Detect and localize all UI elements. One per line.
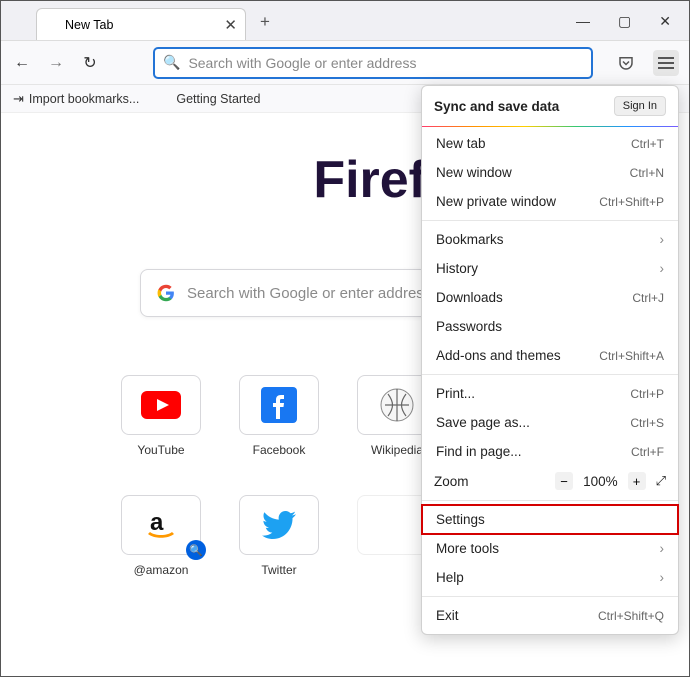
amazon-icon: a [142,508,180,542]
firefox-favicon [45,18,59,32]
shortcut-amazon[interactable]: a 🔍 @amazon [121,495,201,577]
chevron-right-icon: › [660,261,665,276]
menu-exit[interactable]: ExitCtrl+Shift+Q [422,601,678,630]
window-close-button[interactable]: ✕ [659,13,671,30]
reload-button[interactable]: ↻ [79,53,101,73]
shortcut-label: YouTube [137,443,184,457]
window-controls: — ▢ ✕ [576,13,689,40]
menu-more-tools[interactable]: More tools› [422,534,678,563]
menu-new-window[interactable]: New windowCtrl+N [422,158,678,187]
import-bookmarks-label: Import bookmarks... [29,92,139,106]
menu-find[interactable]: Find in page...Ctrl+F [422,437,678,466]
browser-tab[interactable]: New Tab ✕ [36,8,246,40]
menu-new-tab[interactable]: New tabCtrl+T [422,129,678,158]
firefox-favicon-small [157,92,171,106]
forward-button[interactable]: → [45,54,67,72]
firefox-logo [203,135,293,225]
getting-started-label: Getting Started [176,92,260,106]
menu-passwords[interactable]: Passwords [422,312,678,341]
menu-downloads[interactable]: DownloadsCtrl+J [422,283,678,312]
title-bar: New Tab ✕ + — ▢ ✕ [1,1,689,41]
sync-heading: Sync and save data [434,99,559,114]
menu-zoom-row: Zoom − 100% + ⤢ [422,466,678,496]
menu-bookmarks[interactable]: Bookmarks› [422,225,678,254]
menu-addons[interactable]: Add-ons and themesCtrl+Shift+A [422,341,678,370]
tab-close-icon[interactable]: ✕ [224,16,237,34]
shortcut-twitter[interactable]: Twitter [239,495,319,577]
zoom-out-button[interactable]: − [555,472,573,490]
import-bookmarks-button[interactable]: ⇥ Import bookmarks... [13,91,139,107]
menu-print[interactable]: Print...Ctrl+P [422,379,678,408]
new-tab-button[interactable]: + [260,12,270,32]
sign-in-button[interactable]: Sign In [614,96,666,116]
menu-history[interactable]: History› [422,254,678,283]
zoom-label: Zoom [434,474,469,489]
shortcut-youtube[interactable]: YouTube [121,375,201,457]
nav-toolbar: ← → ↻ 🔍 [1,41,689,85]
back-button[interactable]: ← [11,54,33,72]
menu-new-private-window[interactable]: New private windowCtrl+Shift+P [422,187,678,216]
app-menu-panel: Sync and save data Sign In New tabCtrl+T… [421,85,679,635]
url-bar[interactable]: 🔍 [153,47,593,79]
window-maximize-button[interactable]: ▢ [618,13,631,30]
search-icon: 🔍 [163,54,180,71]
fullscreen-button[interactable]: ⤢ [656,473,666,489]
window-minimize-button[interactable]: — [576,13,590,30]
tab-title: New Tab [65,18,113,32]
zoom-in-button[interactable]: + [628,472,646,490]
menu-save-page[interactable]: Save page as...Ctrl+S [422,408,678,437]
chevron-right-icon: › [660,232,665,247]
shortcut-label: Facebook [253,443,306,457]
shortcut-label: @amazon [134,563,189,577]
search-pin-icon: 🔍 [186,540,206,560]
app-menu-button[interactable] [653,50,679,76]
url-input[interactable] [188,55,583,71]
menu-help[interactable]: Help› [422,563,678,592]
youtube-icon [141,391,181,419]
shortcut-label: Twitter [261,563,296,577]
facebook-icon [261,387,297,423]
google-icon [157,284,175,302]
pocket-icon[interactable] [613,50,639,76]
import-icon: ⇥ [13,91,24,107]
twitter-icon [262,511,296,539]
chevron-right-icon: › [660,570,665,585]
svg-text:a: a [150,509,164,536]
chevron-right-icon: › [660,541,665,556]
getting-started-bookmark[interactable]: Getting Started [157,92,260,106]
zoom-value: 100% [583,474,618,489]
shortcut-facebook[interactable]: Facebook [239,375,319,457]
menu-settings[interactable]: Settings [422,505,678,534]
wikipedia-icon [379,387,415,423]
shortcut-label: Wikipedia [371,443,423,457]
